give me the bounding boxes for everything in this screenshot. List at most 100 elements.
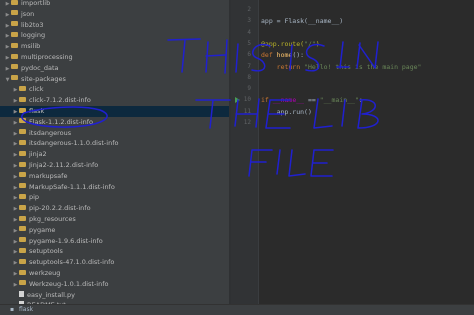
tree-item-label: flask [29, 107, 45, 115]
tree-item[interactable]: ▶ setuptools [0, 246, 229, 257]
tree-item-label: itsdangerous-1.1.0.dist-info [29, 139, 119, 148]
tree-item[interactable]: ▼ site-packages [0, 74, 229, 85]
bottom-tab-bar: ▪ flask [0, 304, 474, 315]
tree-item[interactable]: ▶ Flask-1.1.2.dist-info [0, 117, 229, 128]
project-tree-panel: ▶ importlib ▶ json ▶ lib2to3 ▶ logging ▶ msilib ▶ m… [0, 0, 229, 304]
tree-item-label: click-7.1.2.dist-info [29, 96, 91, 105]
folder-icon [11, 0, 18, 5]
code-line[interactable]: app = Flask(__name__) [261, 17, 343, 25]
line-number: 10 [243, 96, 251, 104]
tree-item[interactable]: ▶ logging [0, 30, 229, 41]
tree-item-label: pydoc_data [21, 63, 59, 72]
tree-item-label: pygame-1.9.6.dist-info [29, 236, 103, 245]
python-icon: ▪ [10, 306, 15, 313]
tree-item[interactable]: ▶ msilib [0, 41, 229, 52]
folder-icon [11, 42, 18, 48]
code-editor[interactable]: 2 3 4 5 6 7 8 9 10 11 12 app = Flask(__name__) @app… [231, 0, 474, 304]
folder-icon [19, 215, 26, 221]
tree-item[interactable]: ▶ pydoc_data [0, 63, 229, 74]
tree-item[interactable]: ▶ Jinja2-2.11.2.dist-info [0, 160, 229, 171]
folder-icon [19, 161, 26, 167]
folder-icon [19, 247, 26, 253]
code-line[interactable]: app.run() [261, 108, 312, 116]
tree-item[interactable]: ▶ setuptools-47.1.0.dist-info [0, 257, 229, 268]
folder-icon [19, 226, 26, 232]
tree-item-label: pip-20.2.2.dist-info [29, 204, 91, 213]
line-number: 8 [247, 73, 251, 81]
tree-item-label: easy_install.py [27, 290, 75, 299]
folder-icon [19, 183, 26, 189]
tree-item-label: pkg_resources [29, 215, 76, 223]
line-number: 7 [247, 62, 251, 70]
line-number: 12 [243, 119, 251, 126]
code-line[interactable]: if __name__ == "__main__": [261, 96, 363, 104]
line-number: 3 [247, 17, 251, 25]
folder-icon [11, 21, 18, 27]
line-number: 6 [247, 51, 251, 59]
tree-item-label: multiprocessing [21, 53, 73, 61]
tree-item-label: Jinja2-2.11.2.dist-info [29, 161, 99, 169]
folder-icon [19, 280, 26, 286]
tree-item-label: importlib [21, 0, 51, 7]
file-icon [19, 290, 24, 297]
tree-item-label: Werkzeug-1.0.1.dist-info [29, 279, 109, 288]
tree-item-label: lib2to3 [21, 20, 44, 29]
tree-item[interactable]: ▶ markupsafe [0, 171, 229, 182]
folder-icon [11, 31, 18, 37]
folder-icon [19, 172, 26, 178]
tree-item-label: jinja2 [29, 150, 47, 159]
tree-item[interactable]: ▶ click-7.1.2.dist-info [0, 95, 229, 106]
tree-item-label: werkzeug [29, 269, 61, 277]
folder-icon [19, 107, 26, 113]
code-line[interactable]: def home(): [261, 51, 304, 59]
line-number: 4 [247, 28, 251, 36]
folder-icon [11, 75, 18, 81]
tree-item[interactable]: ▶ click [0, 84, 229, 95]
folder-icon [11, 64, 18, 70]
tree-item[interactable]: ▶ MarkupSafe-1.1.1.dist-info [0, 182, 229, 193]
tree-item-label: MarkupSafe-1.1.1.dist-info [29, 182, 115, 191]
run-tab-label[interactable]: flask [19, 306, 33, 313]
tree-item-label: pip [29, 193, 40, 202]
tree-item[interactable]: ▶ lib2to3 [0, 20, 229, 31]
line-number-gutter: 2 3 4 5 6 7 8 9 10 11 12 [231, 0, 259, 304]
tree-item[interactable]: ▶ werkzeug [0, 268, 229, 279]
tree-item[interactable]: ▶ jinja2 [0, 149, 229, 160]
folder-icon [19, 204, 26, 210]
tree-item[interactable]: ▶ pip-20.2.2.dist-info [0, 203, 229, 214]
tree-item-label: pygame [29, 225, 56, 234]
tree-item[interactable]: ▶ Werkzeug-1.0.1.dist-info [0, 279, 229, 290]
tree-item[interactable]: ▶ itsdangerous [0, 128, 229, 139]
tree-item[interactable]: ▶ json [0, 9, 229, 20]
code-line[interactable]: return "Hello! this is the main page" [261, 63, 422, 71]
folder-icon [11, 10, 18, 16]
tree-item[interactable]: ▶ itsdangerous-1.1.0.dist-info [0, 138, 229, 149]
folder-icon [19, 96, 26, 102]
line-number: 5 [247, 39, 251, 47]
tree-item-label: click [29, 85, 44, 94]
tree-item[interactable]: ▶ pkg_resources [0, 214, 229, 225]
line-number: 2 [247, 6, 251, 13]
folder-icon [19, 237, 26, 243]
tree-item[interactable]: ▶ pygame [0, 225, 229, 236]
tree-item-label: Flask-1.1.2.dist-info [29, 117, 94, 126]
line-number: 9 [247, 85, 251, 93]
tree-item-label: msilib [21, 42, 41, 51]
tree-item-label: json [21, 9, 35, 18]
tree-item[interactable]: ▶ flask [0, 106, 229, 117]
tree-item[interactable]: ▶ multiprocessing [0, 52, 229, 63]
code-line[interactable]: @app.route("/") [261, 40, 320, 48]
tree-item[interactable]: easy_install.py [0, 290, 229, 301]
folder-icon [11, 53, 18, 59]
run-icon[interactable] [235, 97, 240, 104]
tree-item[interactable]: ▶ importlib [0, 0, 229, 9]
folder-icon [19, 85, 26, 91]
folder-icon [19, 269, 26, 275]
folder-icon [19, 193, 26, 199]
tree-item-label: itsdangerous [29, 128, 72, 137]
folder-icon [19, 139, 26, 145]
tree-item-label: markupsafe [29, 171, 68, 180]
tree-item[interactable]: ▶ pip [0, 192, 229, 203]
folder-icon [19, 118, 26, 124]
tree-item[interactable]: ▶ pygame-1.9.6.dist-info [0, 236, 229, 247]
